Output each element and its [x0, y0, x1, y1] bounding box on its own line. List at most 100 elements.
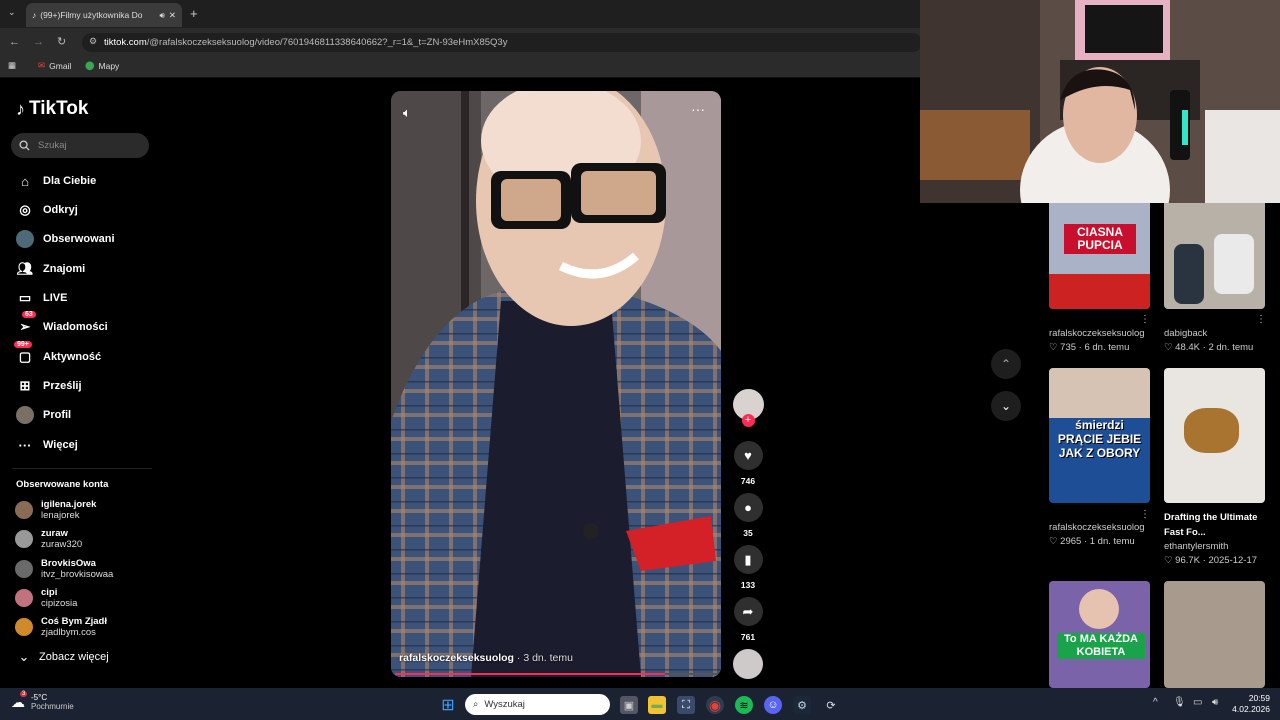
tiktok-logo[interactable]: ♪ TikTok: [16, 98, 88, 120]
display-icon[interactable]: ▭: [1193, 697, 1202, 708]
volume-icon[interactable]: 🔊︎: [1212, 697, 1218, 708]
maps-pin-icon: ⬤: [85, 60, 95, 70]
messages-icon: ➢ 63: [16, 311, 36, 336]
messages-badge: 63: [22, 311, 36, 318]
cloud-icon: ☁ 3: [11, 690, 28, 710]
volume-icon[interactable]: 🔈︎: [403, 105, 411, 121]
chevron-up-icon: ⌃: [1000, 357, 1012, 371]
follow-plus-icon[interactable]: +: [741, 414, 755, 427]
reload-icon[interactable]: ↻: [57, 35, 66, 48]
taskbar-search[interactable]: ⌕ Wyszukaj: [465, 694, 610, 715]
friends-icon: 👥︎: [16, 261, 34, 276]
new-tab-button[interactable]: +: [190, 6, 198, 21]
nav-item-friends[interactable]: 👥︎ Znajomi: [16, 259, 85, 279]
grid-author[interactable]: rafalskoczekseksuolog: [1049, 328, 1145, 339]
microphone-icon[interactable]: 🎙︎: [1173, 697, 1186, 708]
clock[interactable]: 20:59 4.02.2026: [1225, 693, 1270, 715]
nav-item-explore[interactable]: ◎ Odkryj: [16, 200, 78, 220]
more-options-icon[interactable]: ⋮: [1256, 314, 1266, 325]
address-bar[interactable]: ⚙ tiktok.com/@rafalskoczekseksuolog/vide…: [82, 33, 922, 52]
followed-account[interactable]: BrovkisOwa itvz_brovkisowaa: [15, 558, 113, 580]
grid-thumbnail[interactable]: [1164, 581, 1265, 688]
nav-label: Odkryj: [43, 204, 78, 216]
save-button[interactable]: ▮ 133: [733, 545, 763, 590]
more-options-icon[interactable]: ⋮: [1140, 509, 1150, 520]
bookmark-icon: ▮: [733, 545, 763, 574]
avatar-icon: [16, 230, 34, 248]
nav-item-following[interactable]: Obserwowani: [16, 229, 115, 249]
tray-overflow-icon[interactable]: ^: [1153, 697, 1158, 708]
forward-icon[interactable]: →: [33, 36, 44, 48]
grid-thumbnail[interactable]: śmierdzi PRĄCIE JEBIE JAK Z OBORY: [1049, 368, 1150, 503]
nav-item-upload[interactable]: ⊞ Prześlij: [16, 376, 82, 396]
grid-thumbnail[interactable]: To MA KAŻDA KOBIETA: [1049, 581, 1150, 688]
nav-item-profile[interactable]: Profil: [16, 405, 71, 425]
taskbar-search-label: Wyszukaj: [484, 699, 525, 710]
windows-start-icon[interactable]: ⊞: [439, 696, 457, 714]
nav-item-activity[interactable]: ▢ 99+ Aktywność: [14, 341, 101, 367]
weather-widget[interactable]: ☁ 3 -5°C Pochmurnie: [11, 690, 74, 711]
compass-icon: ◎: [19, 202, 31, 217]
weather-desc: Pochmurnie: [31, 702, 74, 711]
speaker-icon[interactable]: 🔊︎: [160, 10, 165, 21]
previous-video-button[interactable]: ⌃: [991, 349, 1021, 379]
account-handle: itvz_brovkisowaa: [41, 569, 114, 580]
steam-icon[interactable]: ⚙: [793, 696, 811, 714]
profile-icon: [16, 406, 34, 424]
followed-account[interactable]: cipi cipizosia: [15, 587, 77, 609]
task-view-icon[interactable]: ▣: [620, 696, 638, 714]
nav-item-live[interactable]: ▭ LIVE: [16, 288, 68, 308]
grid-title[interactable]: Drafting the Ultimate Fast Fo...: [1164, 510, 1274, 540]
see-more-button[interactable]: ⌄ Zobacz więcej: [18, 647, 109, 667]
file-explorer-icon[interactable]: ▬: [648, 696, 666, 714]
more-options-icon[interactable]: ⋮: [1140, 314, 1150, 325]
clock-time: 20:59: [1248, 693, 1270, 703]
nav-label: Więcej: [43, 439, 78, 451]
video-player[interactable]: 🔈︎ ··· rafalskoczekseksuolog · 3 dn. tem…: [391, 91, 721, 677]
account-handle: zjadlbym.cos: [41, 627, 96, 638]
video-progress-track[interactable]: [395, 673, 717, 675]
live-icon: ▭: [18, 290, 32, 305]
nav-item-messages[interactable]: ➢ 63 Wiadomości: [16, 311, 108, 337]
thumbnail-scene: [1079, 589, 1119, 629]
chrome-icon[interactable]: ◉: [706, 696, 724, 714]
account-name: Coś Bym Zjadł: [41, 616, 107, 627]
app-icon[interactable]: ⟳: [822, 696, 840, 714]
bookmark-mapy[interactable]: ⬤ Mapy: [85, 60, 119, 71]
sound-disc-icon[interactable]: [733, 649, 763, 679]
next-video-button[interactable]: ⌄: [991, 391, 1021, 421]
account-handle: cipizosia: [41, 598, 78, 609]
bookmark-gmail[interactable]: ✉ Gmail: [38, 60, 71, 71]
apps-grid-icon[interactable]: ▦: [8, 60, 16, 71]
avatar: [15, 589, 33, 607]
video-author[interactable]: rafalskoczekseksuolog: [399, 652, 514, 664]
spotify-icon[interactable]: ≋: [735, 696, 753, 714]
sidebar-divider: [12, 468, 152, 469]
comment-button[interactable]: ● 35: [733, 493, 763, 538]
close-tab-icon[interactable]: ✕: [169, 10, 176, 21]
more-options-icon[interactable]: ···: [691, 101, 705, 117]
comment-count: 35: [743, 528, 753, 538]
browser-tab[interactable]: ♪ (99+)Filmy użytkownika Do 🔊︎ ✕: [26, 3, 182, 27]
share-button[interactable]: ➦ 761: [733, 597, 763, 642]
like-button[interactable]: ♥ 746: [733, 441, 763, 486]
account-handle: lenajorek: [41, 510, 80, 521]
grid-thumbnail[interactable]: [1164, 368, 1265, 503]
grid-author[interactable]: dabigback: [1164, 328, 1207, 339]
author-avatar-button[interactable]: +: [732, 389, 764, 427]
grid-author[interactable]: rafalskoczekseksuolog: [1049, 522, 1145, 533]
store-icon[interactable]: ⛶: [677, 696, 695, 714]
back-icon[interactable]: ←: [9, 36, 20, 48]
discord-icon[interactable]: ☺: [764, 696, 782, 714]
site-info-icon[interactable]: ⚙: [89, 36, 97, 47]
grid-author[interactable]: ethantylersmith: [1164, 541, 1228, 552]
nav-item-more[interactable]: ··· Więcej: [16, 435, 78, 455]
tab-list-icon[interactable]: ⌄: [8, 7, 16, 18]
see-more-label: Zobacz więcej: [39, 651, 109, 663]
search-input[interactable]: Szukaj: [11, 133, 149, 158]
followed-account[interactable]: Coś Bym Zjadł zjadlbym.cos: [15, 616, 107, 638]
video-frame: [391, 91, 721, 677]
nav-item-for-you[interactable]: ⌂ Dla Ciebie: [16, 171, 96, 191]
followed-account[interactable]: zuraw zuraw320: [15, 528, 82, 550]
followed-account[interactable]: igilena.jorek lenajorek: [15, 499, 96, 521]
